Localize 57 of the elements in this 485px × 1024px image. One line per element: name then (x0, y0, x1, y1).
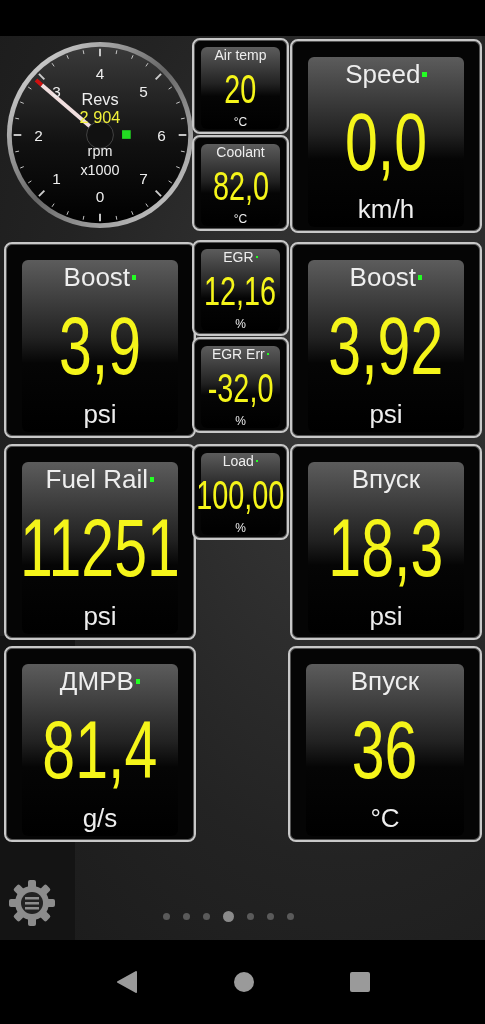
page-dot[interactable] (287, 912, 294, 920)
gauge-value: 0,0 (344, 101, 428, 183)
gauge-label: ДМРВ (59, 666, 134, 697)
gauge-value: -32,0 (207, 367, 274, 408)
dial-multiplier: x1000 (80, 162, 120, 179)
gauge-label: Впуск (351, 464, 421, 495)
gauge-unit: g/s (82, 803, 118, 834)
page-dot[interactable] (223, 910, 234, 922)
page-dot[interactable] (267, 912, 274, 920)
gauge-value: 82,0 (212, 165, 269, 206)
page-dot[interactable] (163, 912, 170, 920)
gauge-unit: km/h (357, 194, 415, 225)
gauge-unit: psi (369, 601, 403, 632)
gauge-label: Speed (345, 59, 421, 90)
gauge-value: 81,4 (42, 709, 158, 791)
gauge-unit: psi (369, 399, 403, 430)
gauge-unit: psi (83, 601, 117, 632)
gauge-value: 100,00 (196, 474, 285, 515)
gauge-value: 11251 (20, 507, 180, 589)
scale-label: 6 (157, 126, 166, 144)
dial-label: Revs (81, 90, 119, 109)
settings-icon[interactable] (8, 879, 56, 927)
gauge-label: Boost (63, 262, 131, 293)
gauge-value: 18,3 (328, 507, 444, 589)
scale-label: 0 (95, 188, 105, 206)
scale-label: 5 (139, 83, 148, 101)
gauge-unit: °C (233, 114, 248, 129)
scale-label: 7 (139, 170, 148, 188)
recents-icon[interactable] (349, 972, 370, 992)
scale-label: 2 (34, 126, 43, 144)
gauge-label: Впуск (350, 666, 420, 697)
back-icon[interactable] (115, 970, 138, 994)
gauge-label: Fuel Rail (45, 464, 149, 495)
gauge-label: EGR (223, 249, 254, 265)
gauge-value: 36 (352, 709, 418, 791)
gauge-unit: % (235, 413, 246, 428)
gauge-unit: % (235, 520, 246, 535)
gauge-value: 3,92 (328, 305, 444, 387)
gauge-label: Coolant (216, 144, 265, 160)
gauge-unit: psi (83, 399, 117, 430)
gauge-value: 3,9 (58, 305, 142, 387)
gauge-label: Load (222, 453, 254, 469)
scale-label: 1 (52, 170, 61, 188)
gauge-label: EGR Err (211, 346, 265, 362)
gauge-label: Boost (349, 262, 417, 293)
gauge-value: 12,16 (204, 270, 277, 311)
page-dot[interactable] (247, 912, 254, 920)
scale-label: 4 (95, 65, 105, 83)
gauge-unit: % (235, 316, 246, 331)
dial-unit: rpm (87, 143, 113, 160)
home-icon[interactable] (233, 972, 254, 992)
gauge-label: Air temp (214, 47, 267, 63)
gauge-value: 20 (224, 68, 257, 109)
gauge-unit: °C (370, 803, 400, 834)
page-dot[interactable] (203, 912, 210, 920)
page-dot[interactable] (183, 912, 190, 920)
gauge-unit: °C (233, 211, 248, 226)
